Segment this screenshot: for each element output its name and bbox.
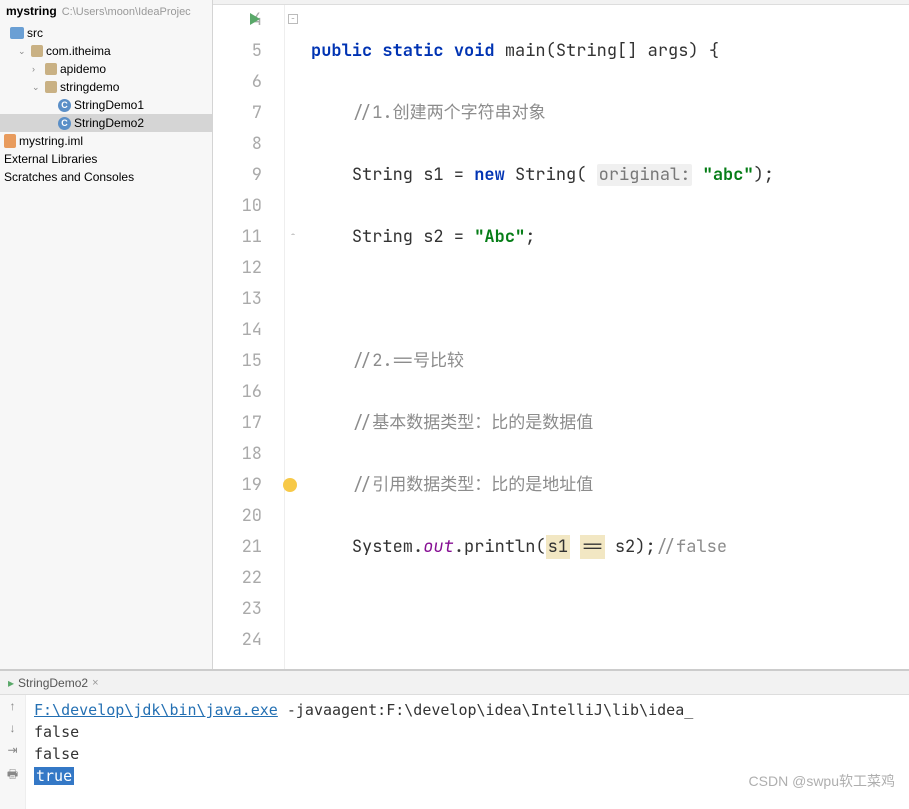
- gutter-line: 4: [213, 5, 262, 36]
- line-gutter: 4 5 6 7 8 9 10 11 12 13 14 15 16 17 18 1…: [213, 5, 285, 669]
- tree-label: External Libraries: [4, 152, 97, 166]
- tree-class-stringdemo2[interactable]: C StringDemo2: [0, 114, 212, 132]
- close-icon[interactable]: ×: [92, 677, 98, 689]
- tree-src[interactable]: src: [0, 24, 212, 42]
- tree-label: stringdemo: [60, 80, 119, 94]
- console-line: false: [34, 721, 901, 743]
- tree-package-apidemo[interactable]: › apidemo: [0, 60, 212, 78]
- tree-iml[interactable]: mystring.iml: [0, 132, 212, 150]
- tree-external-libraries[interactable]: External Libraries: [0, 150, 212, 168]
- print-icon[interactable]: 🖶: [6, 765, 20, 779]
- console-tabs[interactable]: ▸ StringDemo2 ×: [0, 671, 909, 695]
- tree-scratches[interactable]: Scratches and Consoles: [0, 168, 212, 186]
- file-icon: [4, 134, 16, 148]
- tree-package-stringdemo[interactable]: ⌄ stringdemo: [0, 78, 212, 96]
- fold-strip: − ⌃: [285, 5, 303, 669]
- folder-icon: [10, 27, 24, 39]
- project-sidebar: mystring C:\Users\moon\IdeaProjec src ⌄ …: [0, 0, 213, 669]
- tree-label: apidemo: [60, 62, 106, 76]
- console-command-link[interactable]: F:\develop\jdk\bin\java.exe: [34, 701, 278, 719]
- fold-handle[interactable]: −: [288, 14, 298, 24]
- console-output[interactable]: F:\develop\jdk\bin\java.exe -javaagent:F…: [26, 695, 909, 809]
- chevron-down-icon[interactable]: ⌄: [18, 46, 28, 57]
- up-icon[interactable]: ↑: [6, 699, 20, 713]
- wrap-icon[interactable]: ⇥: [6, 743, 20, 757]
- tree-package-root[interactable]: ⌄ com.itheima: [0, 42, 212, 60]
- code-content[interactable]: public static void main(String[] args) {…: [303, 5, 909, 669]
- chevron-down-icon[interactable]: ⌄: [32, 82, 42, 93]
- tree-label: StringDemo1: [74, 98, 144, 112]
- console-toolbar: ↑ ↓ ⇥ 🖶: [0, 695, 26, 809]
- run-icon[interactable]: [250, 13, 260, 25]
- chevron-right-icon[interactable]: ›: [32, 64, 42, 74]
- project-tree: src ⌄ com.itheima › apidemo ⌄ stringdemo…: [0, 22, 212, 188]
- code-editor[interactable]: 4 5 6 7 8 9 10 11 12 13 14 15 16 17 18 1…: [213, 5, 909, 669]
- fold-handle[interactable]: ⌃: [288, 231, 298, 241]
- tree-label: src: [27, 26, 43, 40]
- editor-area: 4 5 6 7 8 9 10 11 12 13 14 15 16 17 18 1…: [213, 0, 909, 669]
- package-icon: [31, 45, 43, 57]
- tree-label: com.itheima: [46, 44, 111, 58]
- tree-label: mystring.iml: [19, 134, 83, 148]
- package-icon: [45, 63, 57, 75]
- project-name: mystring: [6, 4, 57, 18]
- watermark: CSDN @swpu软工菜鸡: [749, 771, 895, 791]
- down-icon[interactable]: ↓: [6, 721, 20, 735]
- tree-class-stringdemo1[interactable]: C StringDemo1: [0, 96, 212, 114]
- tree-label: StringDemo2: [74, 116, 144, 130]
- project-header[interactable]: mystring C:\Users\moon\IdeaProjec: [0, 0, 212, 22]
- intention-bulb-icon[interactable]: [283, 478, 297, 492]
- console-line: false: [34, 743, 901, 765]
- class-icon: C: [58, 117, 71, 130]
- class-icon: C: [58, 99, 71, 112]
- project-path: C:\Users\moon\IdeaProjec: [62, 6, 191, 18]
- console-tab-stringdemo2[interactable]: ▸ StringDemo2 ×: [8, 676, 99, 690]
- package-icon: [45, 81, 57, 93]
- tree-label: Scratches and Consoles: [4, 170, 134, 184]
